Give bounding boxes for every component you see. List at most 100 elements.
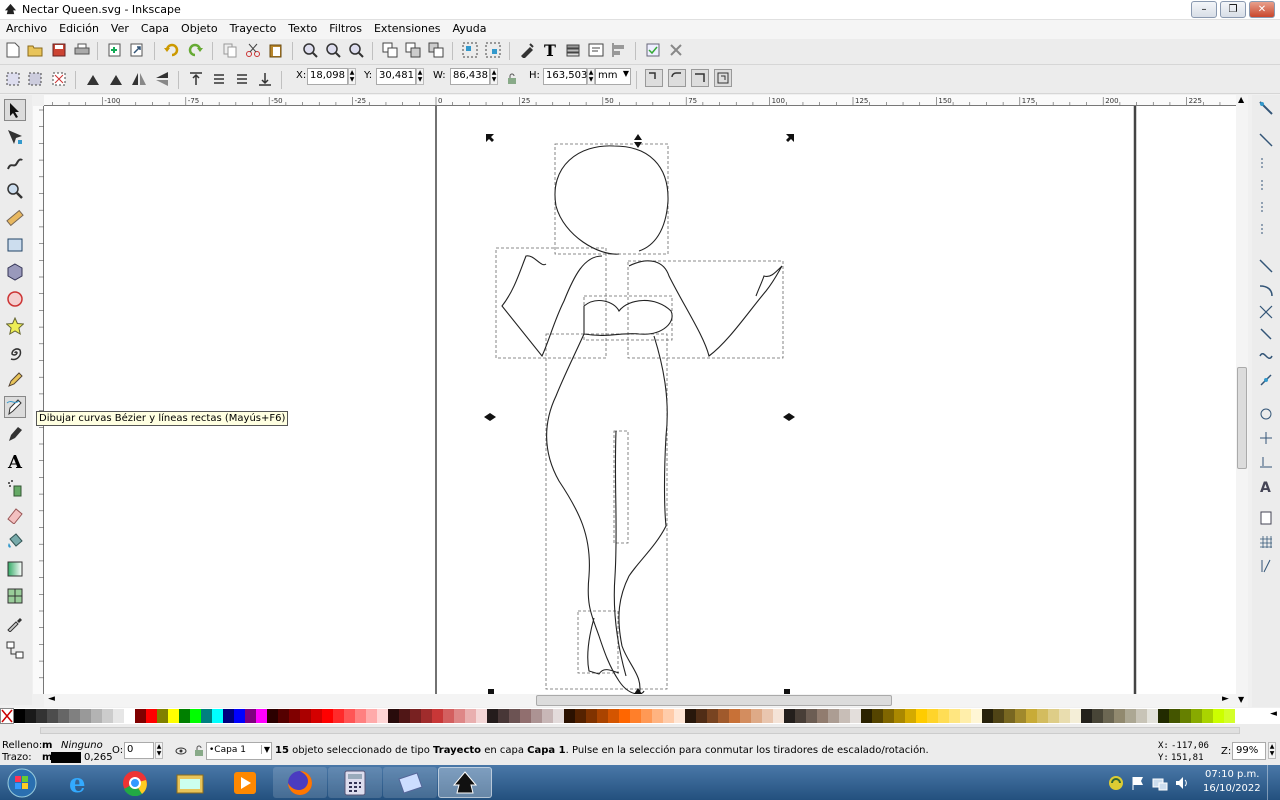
undo-icon[interactable] — [163, 41, 181, 59]
palette-swatch[interactable] — [1114, 709, 1125, 723]
palette-swatch[interactable] — [267, 709, 278, 723]
pencil-tool-icon[interactable] — [4, 369, 26, 391]
layer-visibility-icon[interactable] — [172, 742, 190, 760]
palette-swatch[interactable] — [597, 709, 608, 723]
palette-swatch[interactable] — [432, 709, 443, 723]
palette-swatch[interactable] — [608, 709, 619, 723]
palette-swatch[interactable] — [157, 709, 168, 723]
snap-rotation-center-icon[interactable] — [1257, 429, 1275, 447]
snap-smooth-icon[interactable] — [1257, 347, 1275, 365]
w-field[interactable]: 86,438 — [450, 68, 490, 85]
rotate-ccw-icon[interactable] — [84, 70, 102, 88]
palette-swatch[interactable] — [487, 709, 498, 723]
explorer-taskbar-icon[interactable] — [163, 767, 217, 798]
palette-swatch[interactable] — [1125, 709, 1136, 723]
drawing-canvas[interactable] — [44, 106, 1236, 694]
palette-swatch[interactable] — [245, 709, 256, 723]
menu-trayecto[interactable]: Trayecto — [224, 20, 283, 35]
palette-swatch[interactable] — [663, 709, 674, 723]
handle-top-center[interactable] — [634, 134, 642, 148]
palette-swatch[interactable] — [498, 709, 509, 723]
palette-swatch[interactable] — [1136, 709, 1147, 723]
palette-swatch[interactable] — [300, 709, 311, 723]
palette-swatch[interactable] — [1026, 709, 1037, 723]
transform-pattern-icon[interactable] — [714, 69, 732, 87]
palette-swatch[interactable] — [762, 709, 773, 723]
snap-bbox-corner-icon[interactable] — [1257, 177, 1275, 195]
show-desktop-button[interactable] — [1267, 765, 1280, 800]
palette-swatch[interactable] — [795, 709, 806, 723]
palette-swatch[interactable] — [938, 709, 949, 723]
palette-swatch[interactable] — [465, 709, 476, 723]
text-tool-icon[interactable]: A — [4, 450, 26, 472]
palette-swatch[interactable] — [1147, 709, 1158, 723]
palette-swatch[interactable] — [124, 709, 135, 723]
palette-swatch[interactable] — [1070, 709, 1081, 723]
x-field[interactable]: 18,098 — [307, 68, 348, 85]
maximize-button[interactable]: ❐ — [1220, 1, 1246, 18]
palette-swatch[interactable] — [234, 709, 245, 723]
mesh-tool-icon[interactable] — [4, 585, 26, 607]
paste-icon[interactable] — [267, 41, 285, 59]
zoom-drawing-icon[interactable] — [324, 41, 342, 59]
palette-swatch[interactable] — [135, 709, 146, 723]
palette-swatch[interactable] — [1202, 709, 1213, 723]
palette-swatch[interactable] — [1169, 709, 1180, 723]
handle-middle-left[interactable] — [484, 413, 496, 421]
handle-middle-right[interactable] — [783, 413, 795, 421]
snap-centers-icon[interactable] — [1257, 405, 1275, 423]
lower-icon[interactable] — [233, 70, 251, 88]
palette-swatch[interactable] — [520, 709, 531, 723]
palette-swatch[interactable] — [971, 709, 982, 723]
palette-swatch[interactable] — [1004, 709, 1015, 723]
new-icon[interactable] — [4, 41, 22, 59]
y-field[interactable]: 30,481 — [376, 68, 416, 85]
palette-swatch[interactable] — [201, 709, 212, 723]
palette-swatch[interactable] — [1081, 709, 1092, 723]
menu-texto[interactable]: Texto — [282, 20, 323, 35]
transform-gradient-icon[interactable] — [691, 69, 709, 87]
snap-text-baseline-icon[interactable] — [1257, 453, 1275, 471]
menu-edicion[interactable]: Edición — [53, 20, 105, 35]
palette-swatch[interactable] — [102, 709, 113, 723]
zoom-selection-icon[interactable] — [301, 41, 319, 59]
palette-swatch[interactable] — [707, 709, 718, 723]
palette-swatch[interactable] — [949, 709, 960, 723]
palette-swatch[interactable] — [333, 709, 344, 723]
palette-swatch[interactable] — [322, 709, 333, 723]
zoom-spinner[interactable]: ▲ ▼ — [1268, 742, 1276, 759]
unit-select[interactable]: mm ▼ — [595, 68, 631, 85]
palette-swatch[interactable] — [773, 709, 784, 723]
flip-vertical-icon[interactable] — [153, 70, 171, 88]
palette-swatch[interactable] — [553, 709, 564, 723]
paint-bucket-tool-icon[interactable] — [4, 531, 26, 553]
cut-icon[interactable] — [244, 41, 262, 59]
vertical-scroll-thumb[interactable] — [1237, 367, 1247, 469]
palette-swatch[interactable] — [696, 709, 707, 723]
palette-swatch[interactable] — [454, 709, 465, 723]
stroke-color-swatch[interactable] — [51, 752, 81, 763]
fill-stroke-icon[interactable] — [518, 41, 536, 59]
snap-grid-icon[interactable] — [1257, 533, 1275, 551]
drawing-svg[interactable] — [44, 106, 1236, 694]
handle-top-right[interactable] — [786, 134, 794, 142]
palette-swatch[interactable] — [982, 709, 993, 723]
palette-swatch[interactable] — [1092, 709, 1103, 723]
gradient-tool-icon[interactable] — [4, 558, 26, 580]
palette-swatch[interactable] — [377, 709, 388, 723]
firefox-taskbar-icon[interactable] — [273, 767, 327, 798]
palette-swatch[interactable] — [190, 709, 201, 723]
spiral-tool-icon[interactable] — [4, 342, 26, 364]
horizontal-scroll-thumb[interactable] — [536, 695, 892, 706]
palette-swatch[interactable] — [223, 709, 234, 723]
select-all-layers-icon[interactable] — [26, 70, 44, 88]
calculator-taskbar-icon[interactable] — [328, 767, 382, 798]
menu-archivo[interactable]: Archivo — [0, 20, 53, 35]
node-tool-icon[interactable] — [4, 126, 26, 148]
spray-tool-icon[interactable] — [4, 477, 26, 499]
palette-swatch[interactable] — [58, 709, 69, 723]
palette-swatch[interactable] — [905, 709, 916, 723]
lower-to-bottom-icon[interactable] — [256, 70, 274, 88]
rotate-cw-icon[interactable] — [107, 70, 125, 88]
scroll-down-arrow-icon[interactable]: ▼ — [1238, 695, 1244, 704]
